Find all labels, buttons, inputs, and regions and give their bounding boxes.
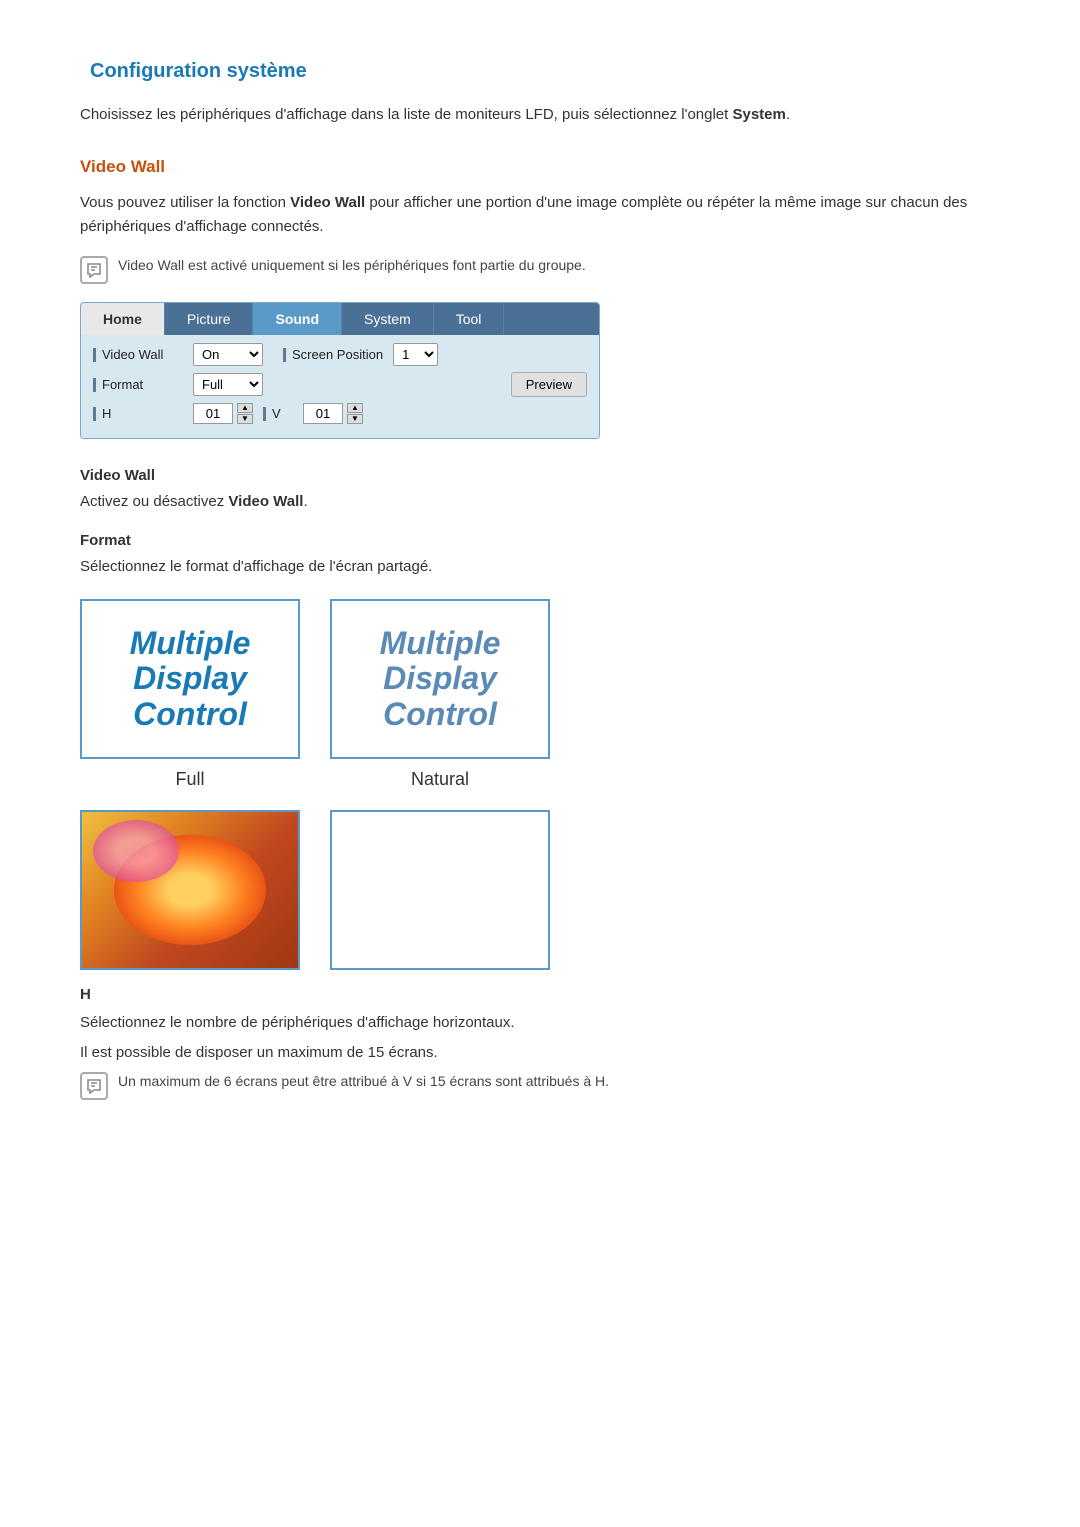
h-input[interactable] [193,403,233,424]
format-text-full: MultipleDisplayControl [130,626,251,732]
sub-videowall-desc: Activez ou désactivez Video Wall. [80,490,1000,514]
v-input[interactable] [303,403,343,424]
tab-home[interactable]: Home [81,303,165,335]
video-wall-note-text: Video Wall est activé uniquement si les … [118,255,586,276]
h-spinner: ▲ ▼ [237,403,253,424]
panel-row-format: Format Full Natural Preview [93,372,587,397]
preview-button[interactable]: Preview [511,372,587,397]
photo-item-full [80,810,300,970]
format-image-full: MultipleDisplayControl [80,599,300,759]
sub-format-desc: Sélectionnez le format d'affichage de l'… [80,555,1000,579]
note-icon [80,256,108,284]
panel-body: Video Wall On Off Screen Position 123 Fo… [81,335,599,438]
tab-sound[interactable]: Sound [253,303,342,335]
h-note-box: Un maximum de 6 écrans peut être attribu… [80,1071,1000,1100]
screen-pos-label: Screen Position [292,347,383,362]
h-section: H Sélectionnez le nombre de périphérique… [80,986,1000,1100]
intro-bold1: System [732,106,785,123]
panel-videowall-select[interactable]: On Off [193,343,263,366]
tab-tool[interactable]: Tool [434,303,505,335]
photo-grid [80,810,1000,970]
panel-format-label: Format [93,377,183,392]
panel-row-videowall: Video Wall On Off Screen Position 123 [93,343,587,366]
format-item-full: MultipleDisplayControl Full [80,599,300,790]
panel-videowall-label: Video Wall [93,347,183,362]
tab-picture[interactable]: Picture [165,303,254,335]
video-wall-desc: Vous pouvez utiliser la fonction Video W… [80,191,1000,239]
tab-bar: Home Picture Sound System Tool [81,303,599,335]
panel-format-select[interactable]: Full Natural [193,373,263,396]
page-title: Configuration système [80,60,1000,83]
h-down-btn[interactable]: ▼ [237,414,253,424]
h-input-group: ▲ ▼ [193,403,253,424]
format-label-full: Full [175,769,204,790]
intro-paragraph: Choisissez les périphériques d'affichage… [80,103,1000,127]
format-item-natural: MultipleDisplayControl Natural [330,599,550,790]
h-section-label: H [80,986,1000,1003]
video-wall-section-title: Video Wall [80,157,1000,177]
h-note-text: Un maximum de 6 écrans peut être attribu… [118,1071,609,1092]
ui-panel: Home Picture Sound System Tool Video Wal… [80,302,600,439]
video-wall-note-box: Video Wall est activé uniquement si les … [80,255,1000,284]
bar-indicator-2 [283,348,286,362]
sub-format-label: Format [80,532,1000,549]
format-label-natural: Natural [411,769,469,790]
v-spinner: ▲ ▼ [347,403,363,424]
panel-h-label: H [93,406,183,421]
sub-videowall-label: Video Wall [80,467,1000,484]
h-up-btn[interactable]: ▲ [237,403,253,413]
v-up-btn[interactable]: ▲ [347,403,363,413]
v-input-group: ▲ ▼ [303,403,363,424]
bar-indicator-3 [93,378,96,392]
h-desc2: Il est possible de disposer un maximum d… [80,1041,1000,1065]
screen-pos-group: Screen Position 123 [283,343,438,366]
intro-text1: Choisissez les périphériques d'affichage… [80,106,728,123]
h-note-icon [80,1072,108,1100]
vw-bold1: Video Wall [290,194,365,211]
full-photo [82,812,298,968]
sub-videowall-bold: Video Wall [228,493,303,510]
photo-item-natural [330,810,550,970]
panel-row-hv: H ▲ ▼ V ▲ ▼ [93,403,587,424]
bar-indicator-5 [263,407,266,421]
vw-desc1: Vous pouvez utiliser la fonction [80,194,286,211]
v-down-btn[interactable]: ▼ [347,414,363,424]
photo-image-full [80,810,300,970]
format-image-natural: MultipleDisplayControl [330,599,550,759]
h-desc1: Sélectionnez le nombre de périphériques … [80,1011,1000,1035]
format-text-natural: MultipleDisplayControl [380,626,501,732]
bar-indicator-4 [93,407,96,421]
photo-image-natural [330,810,550,970]
panel-v-label: V [263,406,293,421]
bar-indicator [93,348,96,362]
screen-pos-select[interactable]: 123 [393,343,438,366]
tab-system[interactable]: System [342,303,434,335]
format-grid: MultipleDisplayControl Full MultipleDisp… [80,599,1000,790]
